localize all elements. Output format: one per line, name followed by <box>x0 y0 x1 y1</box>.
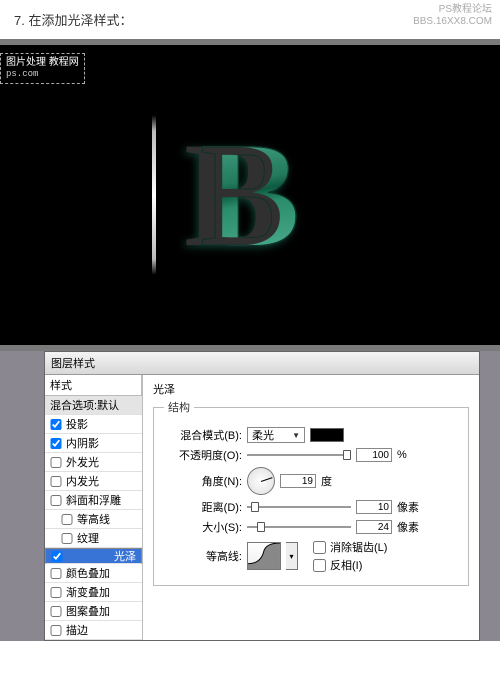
style-item-外发光[interactable]: 外发光 <box>45 453 142 472</box>
preview-border: 图片处理 教程网 ps.com B <box>0 39 500 351</box>
angle-field[interactable] <box>280 474 316 488</box>
anti-alias-checkbox[interactable]: 消除锯齿(L) <box>313 539 387 555</box>
chevron-down-icon: ▼ <box>292 431 300 440</box>
site-tag-url: ps.com <box>6 69 79 80</box>
contour-row: 等高线: ▾ 消除锯齿(L) 反相(I) <box>164 539 458 573</box>
style-item-图案叠加[interactable]: 图案叠加 <box>45 602 142 621</box>
angle-unit: 度 <box>321 473 332 489</box>
blend-options-header[interactable]: 混合选项:默认 <box>45 396 142 415</box>
style-item-描边[interactable]: 描边 <box>45 621 142 640</box>
style-checkbox[interactable] <box>50 587 62 598</box>
style-label: 渐变叠加 <box>66 584 110 600</box>
invert-checkbox[interactable]: 反相(I) <box>313 557 387 573</box>
style-item-内发光[interactable]: 内发光 <box>45 472 142 491</box>
distance-row: 距离(D): 像素 <box>164 499 458 515</box>
size-label: 大小(S): <box>164 519 242 535</box>
sample-letter: B <box>200 109 300 281</box>
style-label: 颜色叠加 <box>66 565 110 581</box>
distance-field[interactable] <box>356 500 392 514</box>
style-item-内阴影[interactable]: 内阴影 <box>45 434 142 453</box>
style-checkbox[interactable] <box>50 495 62 506</box>
distance-slider[interactable] <box>247 502 351 512</box>
style-checkbox[interactable] <box>50 625 62 636</box>
style-item-投影[interactable]: 投影 <box>45 415 142 434</box>
opacity-field[interactable] <box>356 448 392 462</box>
size-slider[interactable] <box>247 522 351 532</box>
style-item-纹理[interactable]: 纹理 <box>45 529 142 548</box>
blend-label: 混合模式(B): <box>164 427 242 443</box>
letter-side-highlight <box>152 115 156 275</box>
forum-watermark: PS教程论坛 BBS.16XX8.COM <box>413 4 492 28</box>
panel-title: 光泽 <box>153 381 469 397</box>
blend-value: 柔光 <box>252 427 274 443</box>
size-field[interactable] <box>356 520 392 534</box>
opacity-slider[interactable] <box>247 450 351 460</box>
style-item-斜面和浮雕[interactable]: 斜面和浮雕 <box>45 491 142 510</box>
contour-preview[interactable] <box>247 542 281 570</box>
angle-row: 角度(N): 度 <box>164 467 458 495</box>
style-label: 描边 <box>66 622 88 638</box>
satin-panel: 光泽 结构 混合模式(B): 柔光 ▼ 不透明度(O): % <box>143 375 479 640</box>
style-checkbox[interactable] <box>50 568 62 579</box>
style-item-渐变叠加[interactable]: 渐变叠加 <box>45 583 142 602</box>
style-label: 外发光 <box>66 454 99 470</box>
style-label: 投影 <box>66 416 88 432</box>
group-legend: 结构 <box>164 399 194 415</box>
style-label: 内阴影 <box>66 435 99 451</box>
image-preview: 图片处理 教程网 ps.com B <box>0 45 500 345</box>
contour-label: 等高线: <box>164 548 242 564</box>
style-checkbox[interactable] <box>50 457 62 468</box>
styles-sidebar: 样式 混合选项:默认投影内阴影外发光内发光斜面和浮雕等高线纹理光泽颜色叠加渐变叠… <box>45 375 143 640</box>
style-label: 等高线 <box>77 511 110 527</box>
style-checkbox[interactable] <box>61 514 73 525</box>
opacity-label: 不透明度(O): <box>164 447 242 463</box>
style-label: 斜面和浮雕 <box>66 492 121 508</box>
site-tag: 图片处理 教程网 ps.com <box>0 53 85 84</box>
size-row: 大小(S): 像素 <box>164 519 458 535</box>
angle-dial[interactable] <box>247 467 275 495</box>
blend-row: 混合模式(B): 柔光 ▼ <box>164 427 458 443</box>
style-checkbox[interactable] <box>51 551 63 562</box>
angle-label: 角度(N): <box>164 473 242 489</box>
contour-curve-icon <box>248 543 280 569</box>
style-item-颜色叠加[interactable]: 颜色叠加 <box>45 564 142 583</box>
style-label: 光泽 <box>114 548 136 564</box>
style-checkbox[interactable] <box>50 438 62 449</box>
color-swatch[interactable] <box>310 428 344 442</box>
layer-style-dialog: 图层样式 样式 混合选项:默认投影内阴影外发光内发光斜面和浮雕等高线纹理光泽颜色… <box>44 351 480 641</box>
style-label: 图案叠加 <box>66 603 110 619</box>
contour-dropdown-button[interactable]: ▾ <box>286 542 298 570</box>
opacity-row: 不透明度(O): % <box>164 447 458 463</box>
structure-group: 结构 混合模式(B): 柔光 ▼ 不透明度(O): % 角度(N) <box>153 399 469 586</box>
style-checkbox[interactable] <box>50 476 62 487</box>
style-item-光泽[interactable]: 光泽 <box>45 548 142 564</box>
style-label: 内发光 <box>66 473 99 489</box>
distance-label: 距离(D): <box>164 499 242 515</box>
distance-unit: 像素 <box>397 499 419 515</box>
size-unit: 像素 <box>397 519 419 535</box>
styles-header[interactable]: 样式 <box>45 375 142 396</box>
style-checkbox[interactable] <box>50 606 62 617</box>
style-item-等高线[interactable]: 等高线 <box>45 510 142 529</box>
blend-mode-select[interactable]: 柔光 ▼ <box>247 427 305 443</box>
style-checkbox[interactable] <box>61 533 73 544</box>
style-label: 纹理 <box>77 530 99 546</box>
watermark-line1: PS教程论坛 <box>413 4 492 16</box>
site-tag-cn: 图片处理 教程网 <box>6 57 79 69</box>
watermark-line2: BBS.16XX8.COM <box>413 16 492 28</box>
opacity-unit: % <box>397 449 407 461</box>
dialog-title: 图层样式 <box>45 352 479 375</box>
style-checkbox[interactable] <box>50 419 62 430</box>
dialog-backdrop: 图层样式 样式 混合选项:默认投影内阴影外发光内发光斜面和浮雕等高线纹理光泽颜色… <box>0 351 500 641</box>
